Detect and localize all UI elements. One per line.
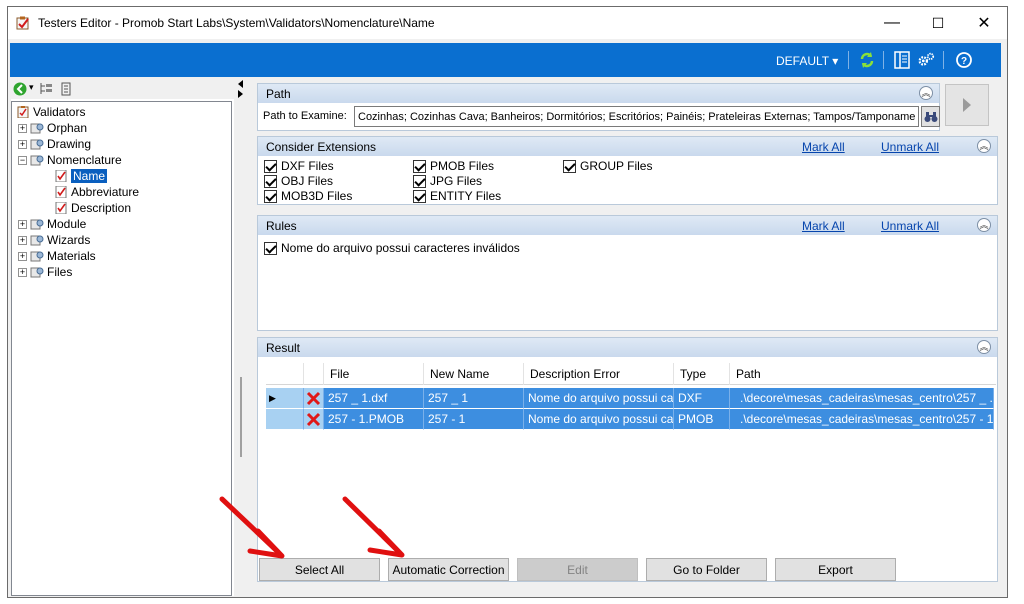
annotation-arrow-icon [219, 496, 285, 559]
annotation-arrow-icon [342, 496, 405, 558]
annotation-layer [219, 496, 405, 559]
